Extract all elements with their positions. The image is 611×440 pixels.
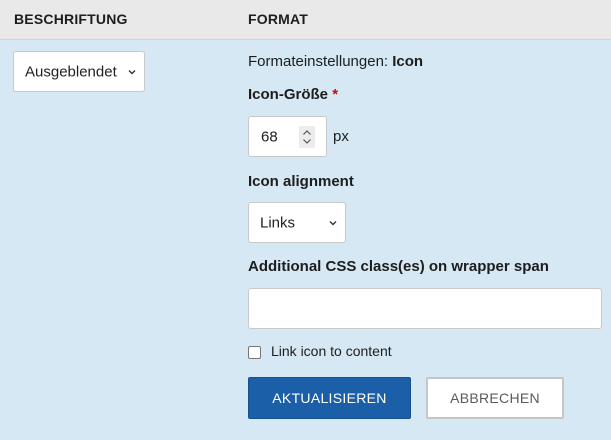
format-settings-prefix: Formateinstellungen: xyxy=(248,53,389,70)
icon-size-label-text: Icon-Größe xyxy=(248,86,329,103)
icon-size-unit: px xyxy=(333,128,349,145)
update-button[interactable]: AKTUALISIEREN xyxy=(248,377,411,419)
css-class-input[interactable] xyxy=(248,288,602,329)
css-class-label: Additional CSS class(es) on wrapper span xyxy=(248,258,549,275)
icon-size-label: Icon-Größe * xyxy=(248,86,338,103)
chevron-down-icon xyxy=(329,220,337,225)
cancel-button[interactable]: ABBRECHEN xyxy=(426,377,564,419)
icon-alignment-value: Links xyxy=(260,214,296,231)
link-icon-label[interactable]: Link icon to content xyxy=(271,343,392,359)
chevron-down-icon xyxy=(128,69,136,74)
icon-alignment-label: Icon alignment xyxy=(248,173,354,190)
format-settings-value: Icon xyxy=(392,53,424,70)
format-settings-line: Formateinstellungen: Icon xyxy=(248,53,423,70)
column-header-label: BESCHRIFTUNG xyxy=(14,11,128,27)
required-marker: * xyxy=(332,86,339,103)
label-display-select[interactable]: Ausgeblendet xyxy=(13,51,145,92)
label-display-value: Ausgeblendet xyxy=(25,63,117,80)
column-header-format: FORMAT xyxy=(248,11,309,27)
icon-size-input[interactable]: 68 xyxy=(248,116,327,157)
icon-size-value: 68 xyxy=(261,128,278,145)
link-icon-checkbox[interactable] xyxy=(248,346,261,359)
table-header: BESCHRIFTUNG FORMAT xyxy=(0,0,611,40)
spinner-arrows-icon[interactable] xyxy=(299,126,315,148)
icon-alignment-select[interactable]: Links xyxy=(248,202,346,243)
